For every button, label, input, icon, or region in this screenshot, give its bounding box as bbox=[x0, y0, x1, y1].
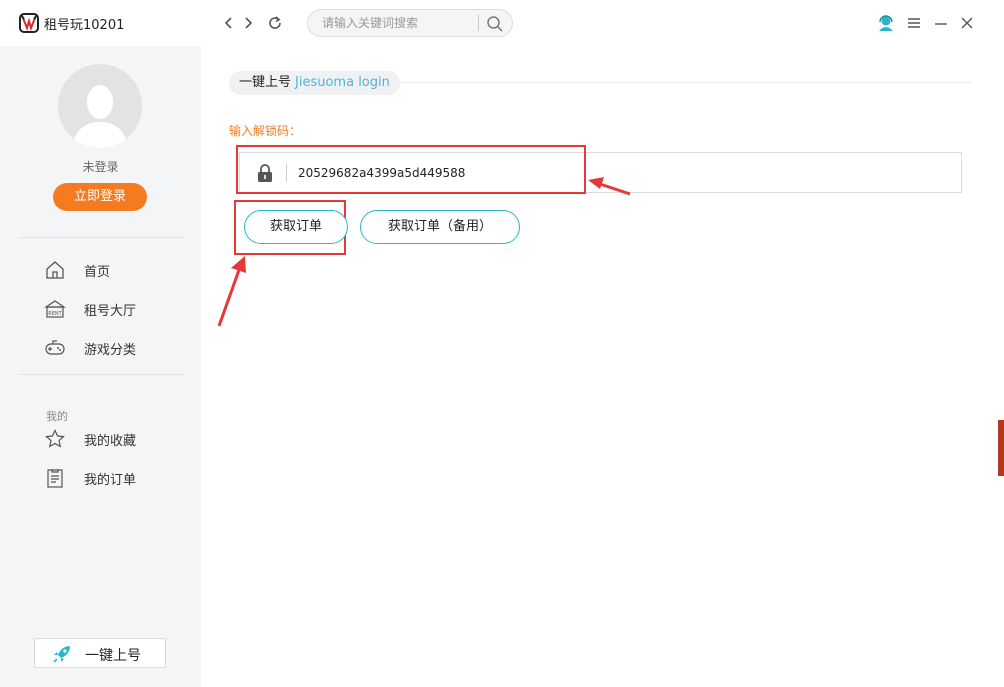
sidebar-divider bbox=[18, 374, 184, 375]
quick-login-label: 一键上号 bbox=[85, 648, 141, 664]
annotation-arrow-icon bbox=[217, 256, 246, 327]
order-list-icon bbox=[47, 469, 63, 488]
menu-icon[interactable] bbox=[905, 14, 923, 32]
annotation-arrow-icon bbox=[588, 177, 631, 196]
login-state: 未登录 bbox=[82, 160, 119, 174]
refresh-icon[interactable] bbox=[266, 14, 284, 32]
main-panel: 一键上号Jiesuoma login 输入解锁码： 获取订单 获取订单（备用） bbox=[201, 46, 1004, 687]
section-subtitle: Jiesuoma login bbox=[295, 75, 390, 90]
title-bar: 租号玩10201 bbox=[0, 0, 1004, 46]
home-icon bbox=[46, 261, 64, 279]
sidebar-item-orders[interactable]: 我的订单 bbox=[44, 464, 184, 492]
background-window-edge bbox=[998, 420, 1004, 476]
sidebar-item-favorites[interactable]: 我的收藏 bbox=[44, 425, 184, 453]
input-highlight-box bbox=[236, 145, 586, 194]
get-order-backup-button[interactable]: 获取订单（备用） bbox=[360, 210, 520, 244]
sidebar-section-title: 我的 bbox=[46, 410, 68, 423]
customer-service-icon[interactable] bbox=[877, 14, 895, 32]
get-order-button[interactable]: 获取订单 bbox=[244, 210, 348, 244]
default-avatar-icon bbox=[72, 85, 128, 148]
rent-hall-icon: RENT bbox=[44, 300, 66, 318]
sidebar-item-rent-hall[interactable]: RENT 租号大厅 bbox=[44, 295, 184, 323]
app-title: 租号玩10201 bbox=[44, 18, 125, 33]
quick-login-button[interactable]: 一键上号 bbox=[34, 638, 166, 668]
close-icon[interactable] bbox=[958, 14, 976, 32]
search-bar bbox=[307, 9, 513, 37]
sidebar-item-label: 我的订单 bbox=[84, 473, 137, 488]
section-title: 一键上号 bbox=[239, 75, 292, 90]
minimize-icon[interactable] bbox=[932, 14, 950, 32]
section-divider bbox=[401, 82, 971, 83]
search-divider bbox=[478, 15, 479, 31]
avatar[interactable] bbox=[58, 64, 142, 148]
sidebar: 未登录 立即登录 首页 RENT 租号大厅 游戏分类 我的 我的收藏 我的订单 … bbox=[0, 46, 201, 687]
star-icon bbox=[45, 429, 65, 448]
sidebar-item-home[interactable]: 首页 bbox=[44, 256, 184, 284]
section-tab: 一键上号 Jiesuoma login bbox=[229, 71, 400, 95]
forward-icon[interactable] bbox=[239, 14, 257, 32]
search-input[interactable] bbox=[322, 14, 472, 32]
sidebar-item-label: 游戏分类 bbox=[84, 343, 137, 358]
sidebar-item-label: 我的收藏 bbox=[84, 434, 137, 449]
svg-text:RENT: RENT bbox=[48, 311, 62, 317]
rocket-icon bbox=[53, 646, 70, 663]
sidebar-item-game-category[interactable]: 游戏分类 bbox=[44, 334, 184, 362]
sidebar-item-label: 首页 bbox=[84, 265, 111, 280]
login-button[interactable]: 立即登录 bbox=[53, 183, 147, 211]
zuhaowan-logo-icon bbox=[19, 13, 39, 33]
gamepad-icon bbox=[45, 340, 65, 355]
unlock-code-label: 输入解锁码： bbox=[229, 124, 302, 138]
search-icon[interactable] bbox=[485, 14, 505, 34]
back-icon[interactable] bbox=[220, 14, 238, 32]
sidebar-item-label: 租号大厅 bbox=[84, 304, 137, 319]
sidebar-divider bbox=[18, 237, 184, 238]
